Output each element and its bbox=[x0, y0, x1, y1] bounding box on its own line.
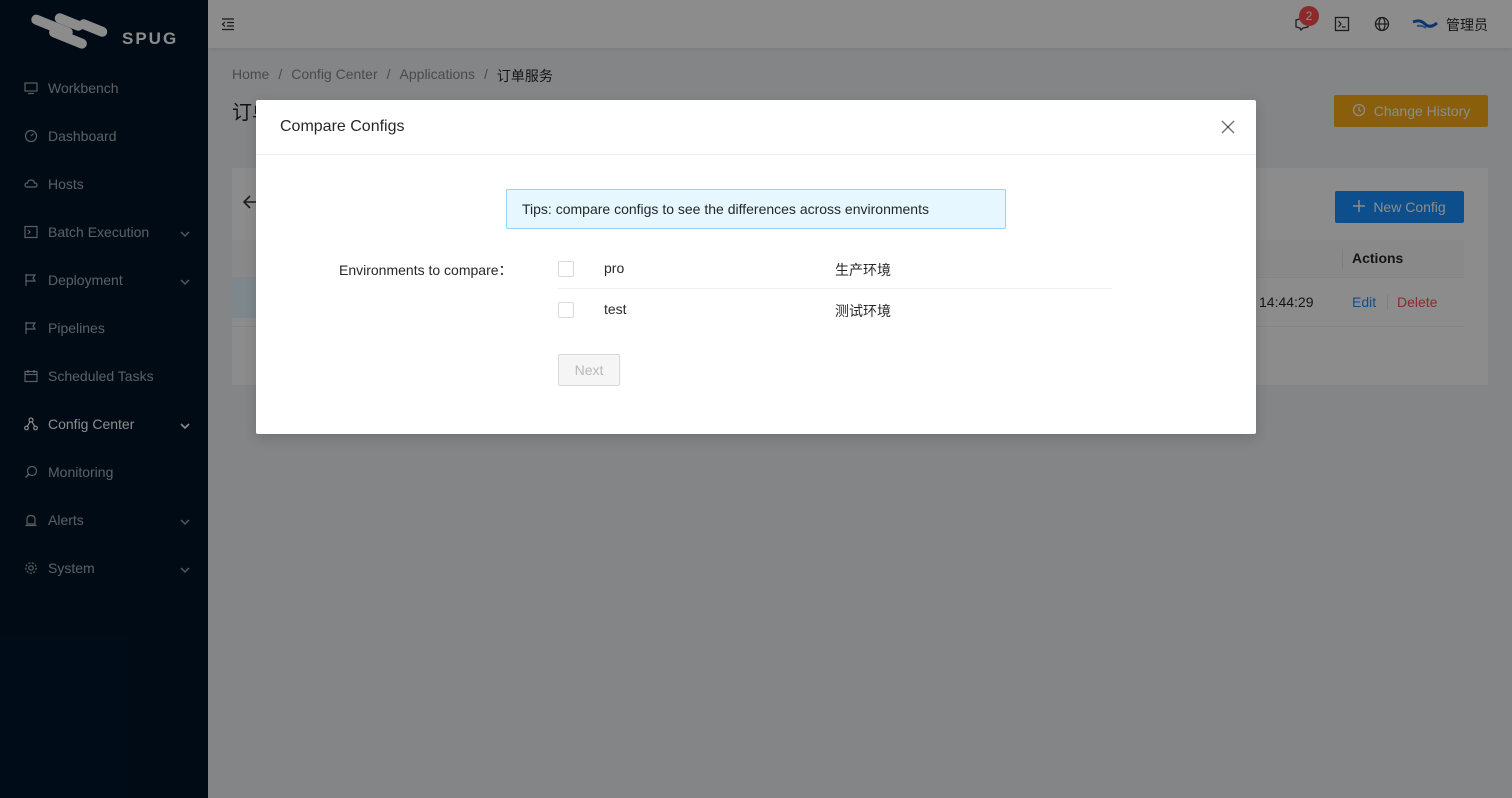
environment-name: 测试环境 bbox=[835, 303, 891, 319]
modal-title: Compare Configs bbox=[280, 118, 405, 135]
environment-checkbox-test[interactable] bbox=[558, 302, 574, 318]
environment-key: pro bbox=[604, 260, 625, 276]
modal-header: Compare Configs bbox=[256, 100, 1256, 155]
environment-name: 生产环境 bbox=[835, 262, 891, 278]
environment-row-pro: pro 生产环境 bbox=[558, 249, 1112, 289]
environments-label: Environments to compare： bbox=[339, 262, 513, 278]
environment-checkbox-pro[interactable] bbox=[558, 261, 574, 277]
tips-alert: Tips: compare configs to see the differe… bbox=[506, 189, 1006, 229]
environment-key: test bbox=[604, 301, 627, 317]
compare-configs-modal: Compare Configs Tips: compare configs to… bbox=[256, 100, 1256, 434]
next-button[interactable]: Next bbox=[558, 354, 620, 386]
close-icon[interactable] bbox=[1218, 117, 1238, 137]
environment-row-test: test 测试环境 bbox=[558, 290, 1112, 330]
